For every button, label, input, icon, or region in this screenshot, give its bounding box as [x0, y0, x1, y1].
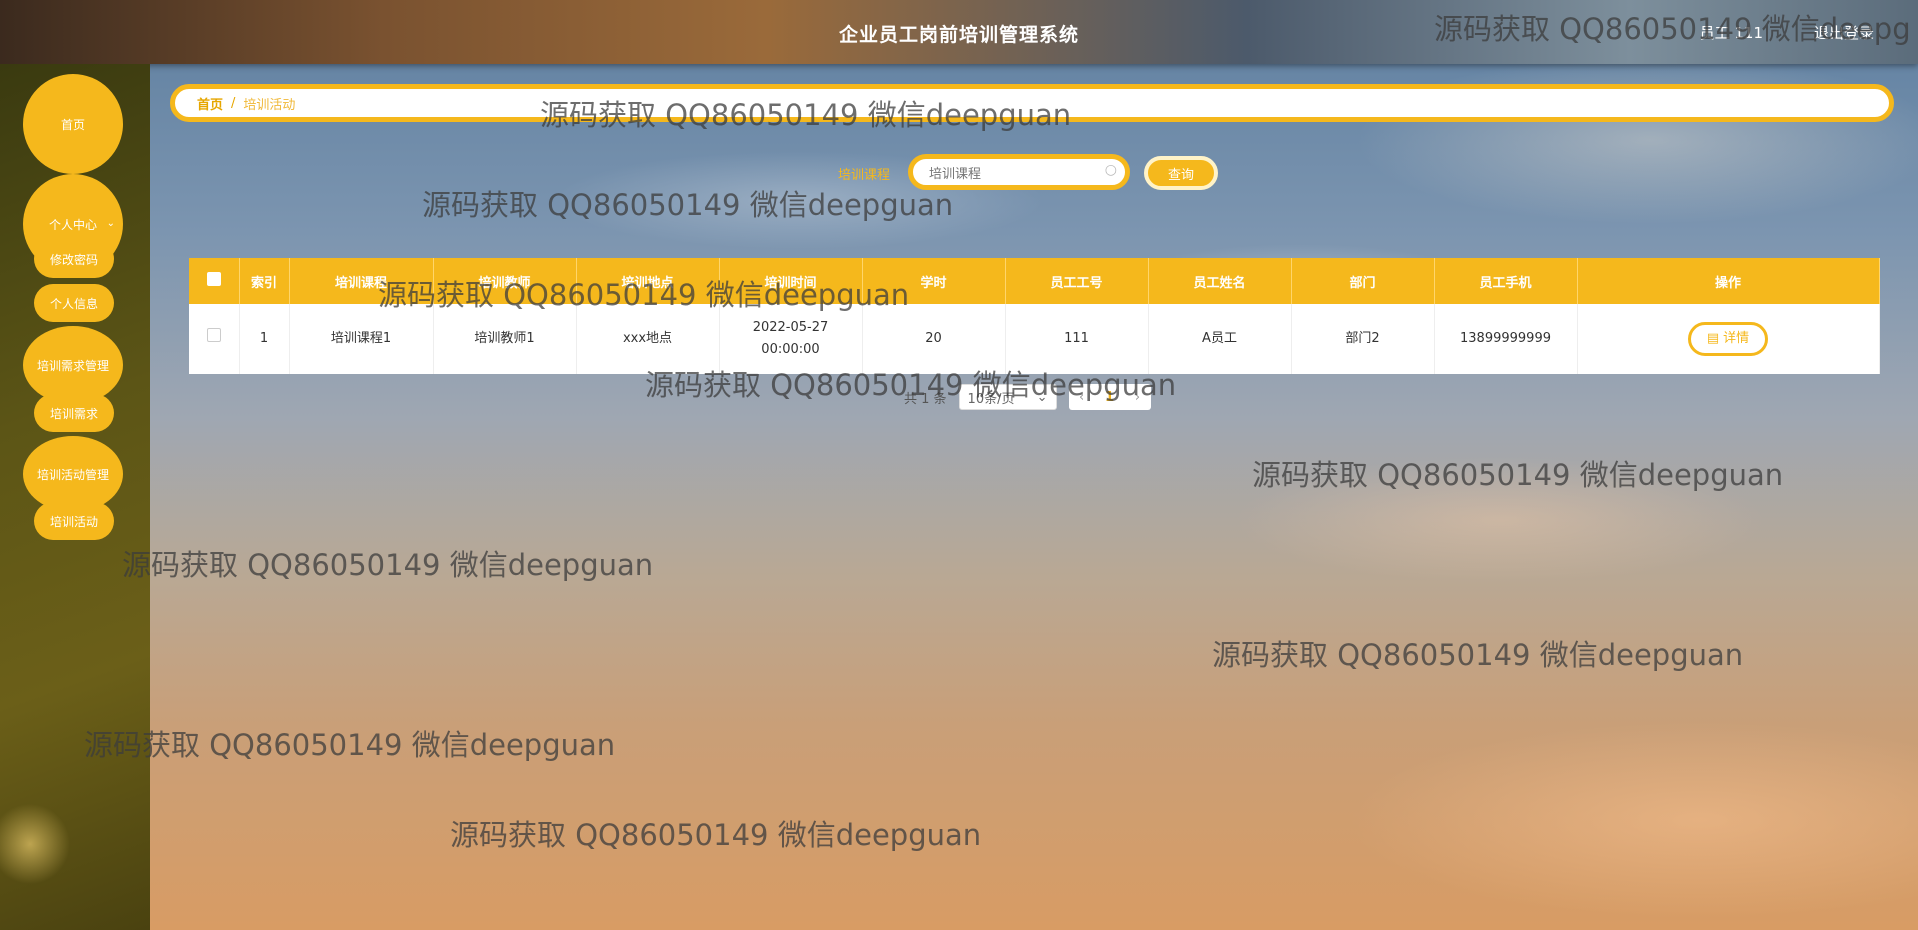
- search-button[interactable]: 查询: [1144, 156, 1218, 190]
- row-checkbox[interactable]: [189, 304, 240, 374]
- watermark: 源码获取 QQ86050149 微信deepguan: [450, 818, 982, 852]
- sidebar-item-label: 个人中心: [48, 217, 97, 232]
- column-header: 索引: [239, 258, 290, 304]
- watermark: 源码获取 QQ86050149 微信deepguan: [84, 728, 616, 762]
- prev-page-icon[interactable]: ‹: [1079, 390, 1084, 405]
- sidebar-item-demand[interactable]: 培训需求: [34, 394, 114, 432]
- column-header: 学时: [862, 258, 1006, 304]
- current-user: 员工 111: [1699, 24, 1763, 42]
- cell-course: 培训课程1: [289, 304, 434, 374]
- column-header: 部门: [1291, 258, 1435, 304]
- column-header: 培训地点: [576, 258, 720, 304]
- select-all-checkbox[interactable]: [189, 258, 240, 304]
- detail-button-label: 详情: [1723, 331, 1750, 346]
- breadcrumb-separator: /: [231, 95, 236, 111]
- watermark: 源码获取 QQ86050149 微信deepguan: [122, 548, 654, 582]
- sidebar-item-label: 培训活动管理: [36, 467, 109, 482]
- app-title: 企业员工岗前培训管理系统: [838, 24, 1079, 46]
- chevron-down-icon: ⌄: [106, 218, 115, 229]
- column-header: 操作: [1577, 258, 1880, 304]
- cell-location: xxx地点: [576, 304, 720, 374]
- sidebar-item-label: 修改密码: [49, 252, 98, 267]
- column-header: 培训教师: [433, 258, 577, 304]
- chevron-down-icon: ⌄: [1036, 389, 1048, 405]
- table-header-row: 索引 培训课程 培训教师 培训地点 培训时间 学时 员工工号 员工姓名 部门 员…: [189, 258, 1880, 304]
- cell-hours: 20: [862, 304, 1006, 374]
- breadcrumb: 首页 / 培训活动: [170, 84, 1894, 122]
- cell-dept: 部门2: [1291, 304, 1435, 374]
- column-header: 员工姓名: [1148, 258, 1292, 304]
- page-size-select[interactable]: 10条/页 ⌄: [958, 384, 1057, 410]
- sidebar-item-label: 个人信息: [49, 296, 98, 311]
- watermark: 源码获取 QQ86050149 微信deepguan: [422, 188, 954, 222]
- detail-button[interactable]: ▤ 详情: [1688, 322, 1768, 356]
- background-sky: [0, 0, 1918, 930]
- sidebar-item-label: 培训需求管理: [36, 358, 109, 373]
- search-field: ○: [908, 154, 1130, 190]
- search-label: 培训课程: [838, 168, 891, 183]
- watermark: 源码获取 QQ86050149 微信deepguan: [1212, 638, 1744, 672]
- document-icon: ▤: [1706, 331, 1720, 346]
- search-icon: ○: [1104, 162, 1117, 178]
- cell-emp-name: A员工: [1148, 304, 1292, 374]
- sidebar-item-label: 培训需求: [49, 406, 98, 421]
- sidebar-item-home[interactable]: 首页: [23, 74, 123, 174]
- top-header: 企业员工岗前培训管理系统 员工 111 退出登录: [0, 0, 1918, 64]
- pagination: 共 1 条 10条/页 ⌄ ‹ 1 ›: [904, 384, 1151, 410]
- next-page-icon[interactable]: ›: [1135, 390, 1140, 405]
- column-header: 员工手机: [1434, 258, 1578, 304]
- sidebar-item-demand-management[interactable]: 培训需求管理: [23, 326, 123, 404]
- breadcrumb-home[interactable]: 首页: [197, 94, 223, 113]
- sidebar-item-activity[interactable]: 培训活动: [34, 502, 114, 540]
- column-header: 员工工号: [1005, 258, 1149, 304]
- page-number[interactable]: 1: [1105, 390, 1114, 405]
- sidebar-item-activity-management[interactable]: 培训活动管理: [23, 436, 123, 512]
- logout-link[interactable]: 退出登录: [1814, 22, 1874, 43]
- breadcrumb-current: 培训活动: [243, 97, 296, 113]
- sidebar: 首页 个人中心 ⌄ 修改密码 个人信息 培训需求管理 培训需求 培训活动管理 培…: [0, 64, 150, 930]
- column-header: 培训课程: [289, 258, 434, 304]
- cell-teacher: 培训教师1: [433, 304, 577, 374]
- cell-phone: 13899999999: [1434, 304, 1578, 374]
- sidebar-item-label: 培训活动: [49, 514, 98, 529]
- data-table: 索引 培训课程 培训教师 培训地点 培训时间 学时 员工工号 员工姓名 部门 员…: [189, 258, 1880, 374]
- cell-emp-no: 111: [1005, 304, 1149, 374]
- sidebar-item-change-password[interactable]: 修改密码: [34, 240, 114, 278]
- watermark: 源码获取 QQ86050149 微信deepguan: [1252, 458, 1784, 492]
- search-input[interactable]: [927, 163, 1101, 185]
- pagination-total: 共 1 条: [904, 391, 947, 407]
- cell-index: 1: [239, 304, 290, 374]
- cell-time: 2022-05-27 00:00:00: [719, 304, 863, 374]
- sidebar-item-personal-info[interactable]: 个人信息: [34, 284, 114, 322]
- page-navigation: ‹ 1 ›: [1068, 384, 1151, 410]
- column-header: 培训时间: [719, 258, 863, 304]
- sidebar-item-label: 首页: [60, 117, 85, 132]
- cell-action: ▤ 详情: [1577, 304, 1880, 374]
- table-row: 1 培训课程1 培训教师1 xxx地点 2022-05-27 00:00:00 …: [189, 304, 1880, 374]
- page-size-value: 10条/页: [967, 391, 1015, 407]
